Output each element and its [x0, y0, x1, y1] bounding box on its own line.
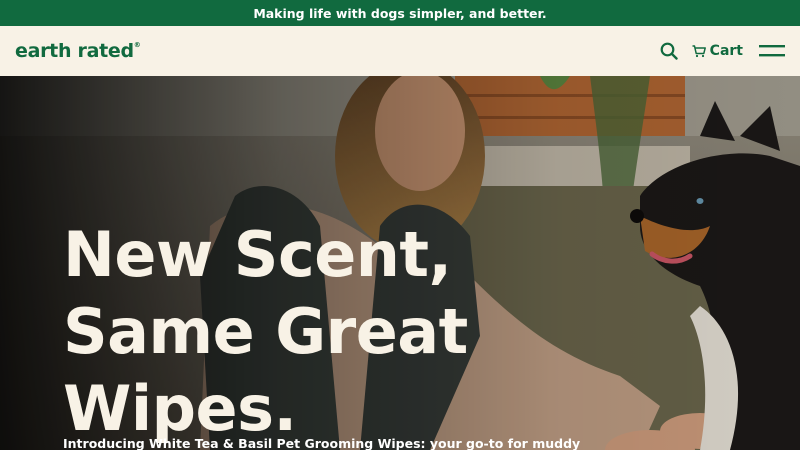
logo-text: earth rated — [15, 40, 134, 62]
search-icon — [660, 42, 678, 60]
hamburger-menu-icon — [759, 45, 785, 57]
hero-headline-line-2: Same Great — [63, 295, 468, 368]
menu-button[interactable] — [759, 44, 785, 58]
site-header: earth rated® Cart — [0, 26, 800, 76]
hero-headline: New Scent, Same Great Wipes. — [63, 216, 468, 447]
hero-headline-line-1: New Scent, — [63, 218, 452, 291]
brand-logo[interactable]: earth rated® — [15, 40, 141, 62]
header-actions: Cart — [660, 42, 785, 60]
hero-banner: New Scent, Same Great Wipes. Introducing… — [0, 76, 800, 450]
cart-label: Cart — [709, 43, 743, 59]
cart-button[interactable]: Cart — [692, 43, 743, 59]
hero-subtext: Introducing White Tea & Basil Pet Groomi… — [63, 436, 581, 450]
announcement-text: Making life with dogs simpler, and bette… — [253, 5, 547, 21]
cart-icon — [692, 44, 706, 57]
hero-text-block: New Scent, Same Great Wipes. — [63, 216, 468, 447]
logo-registered-mark: ® — [133, 41, 141, 49]
search-button[interactable] — [660, 42, 678, 60]
announcement-bar: Making life with dogs simpler, and bette… — [0, 0, 800, 26]
